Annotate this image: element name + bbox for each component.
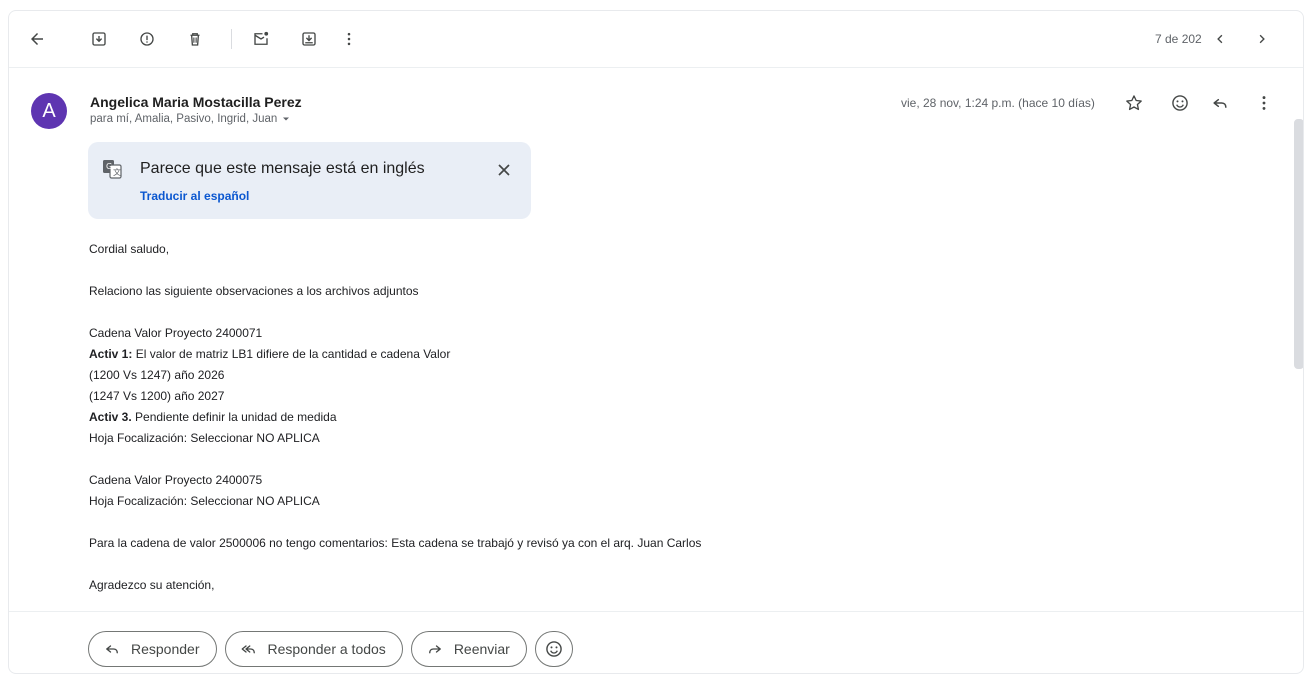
reply-label: Responder	[131, 641, 200, 657]
body-line: (1200 Vs 1247) año 2026	[89, 368, 225, 382]
body-line: Activ 3. Pendiente definir la unidad de …	[89, 407, 701, 428]
translate-link[interactable]: Traducir al español	[140, 189, 249, 203]
activity-text: El valor de matriz LB1 difiere de la can…	[132, 347, 451, 361]
body-line: (1247 Vs 1200) año 2027	[89, 389, 225, 403]
chevron-down-icon[interactable]	[281, 114, 291, 124]
more-vert-icon[interactable]	[337, 27, 361, 51]
recipients-text: para mí, Amalia, Pasivo, Ingrid, Juan	[90, 113, 278, 125]
activity-label: Activ 1:	[89, 347, 133, 361]
message-body: Cordial saludo, Relaciono las siguiente …	[89, 239, 701, 596]
body-line: Cadena Valor Proyecto 2400075	[89, 473, 263, 487]
body-line: Cordial saludo,	[89, 242, 170, 256]
pager-count: 7 de 202	[1155, 32, 1202, 46]
avatar[interactable]: A	[31, 93, 67, 129]
emoji-icon	[546, 641, 562, 657]
scrollbar[interactable]	[1294, 119, 1303, 369]
svg-text:文: 文	[113, 167, 121, 177]
body-line: Cadena Valor Proyecto 2400071	[89, 326, 263, 340]
translate-title: Parece que este mensaje está en inglés	[140, 160, 425, 177]
activity-text: Pendiente definir la unidad de medida	[131, 410, 337, 424]
next-icon[interactable]	[1250, 27, 1274, 51]
archive-icon[interactable]	[87, 27, 111, 51]
delete-icon[interactable]	[183, 27, 207, 51]
prev-icon[interactable]	[1208, 27, 1232, 51]
back-arrow-icon[interactable]	[25, 27, 49, 51]
toolbar-separator	[231, 29, 232, 49]
reply-button[interactable]: Responder	[88, 631, 217, 667]
sender-name[interactable]: Angelica Maria Mostacilla Perez	[90, 94, 302, 110]
activity-label: Activ 3.	[89, 410, 132, 424]
reply-bar: Responder Responder a todos Reenviar	[88, 631, 573, 667]
reply-all-icon	[241, 645, 255, 654]
forward-button[interactable]: Reenviar	[410, 631, 527, 667]
avatar-letter: A	[42, 99, 56, 122]
toolbar: 7 de 202	[9, 11, 1303, 68]
svg-text:G: G	[106, 162, 112, 171]
forward-icon	[428, 645, 441, 654]
body-line: Agradezco su atención,	[89, 578, 215, 592]
translate-icon: G 文	[103, 160, 122, 179]
reply-all-button[interactable]: Responder a todos	[224, 631, 403, 667]
body-line: Hoja Focalización: Seleccionar NO APLICA	[89, 431, 320, 445]
body-line: Hoja Focalización: Seleccionar NO APLICA	[89, 494, 320, 508]
reply-icon[interactable]	[1208, 91, 1232, 115]
emoji-react-icon[interactable]	[1168, 91, 1192, 115]
move-to-icon[interactable]	[297, 27, 321, 51]
emoji-reaction-button[interactable]	[534, 631, 573, 667]
recipients[interactable]: para mí, Amalia, Pasivo, Ingrid, Juan	[90, 113, 291, 125]
divider	[9, 611, 1303, 612]
body-line: Relaciono las siguiente observaciones a …	[89, 284, 419, 298]
mark-unread-icon[interactable]	[249, 27, 273, 51]
close-icon[interactable]	[493, 159, 515, 181]
reply-icon	[106, 645, 118, 654]
body-line: Para la cadena de valor 2500006 no tengo…	[89, 536, 702, 550]
translate-banner: G 文 Parece que este mensaje está en ingl…	[88, 142, 531, 219]
message-date: vie, 28 nov, 1:24 p.m. (hace 10 días)	[901, 96, 1095, 110]
message-more-icon[interactable]	[1252, 91, 1276, 115]
email-view: 7 de 202 A Angelica Maria Mostacilla Per…	[8, 10, 1304, 674]
reply-all-label: Responder a todos	[267, 641, 386, 657]
report-spam-icon[interactable]	[135, 27, 159, 51]
star-icon[interactable]	[1122, 91, 1146, 115]
forward-label: Reenviar	[453, 641, 510, 657]
body-line: Activ 1: El valor de matriz LB1 difiere …	[89, 344, 701, 365]
